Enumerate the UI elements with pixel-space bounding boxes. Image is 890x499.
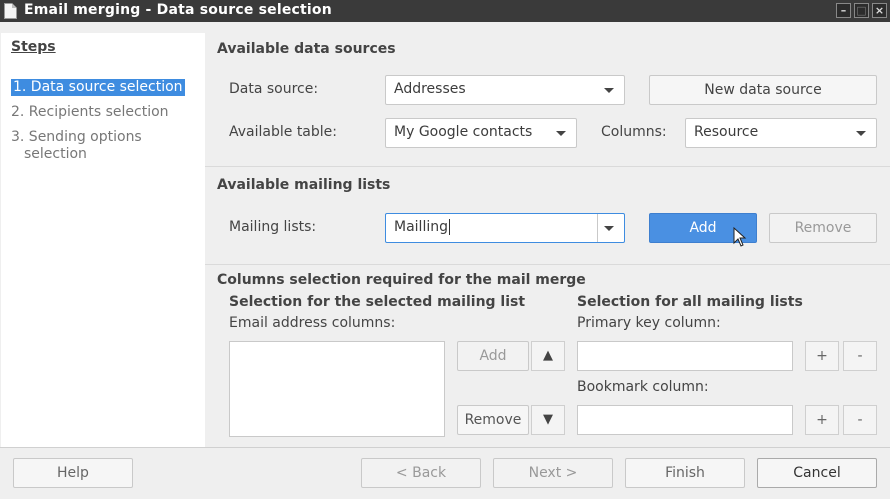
bookmark-field[interactable]	[577, 405, 793, 435]
back-button[interactable]: < Back	[361, 458, 481, 488]
divider	[205, 166, 890, 167]
remove-mailing-list-button[interactable]: Remove	[769, 213, 877, 243]
chevron-down-icon	[856, 131, 866, 136]
mailing-lists-title: Available mailing lists	[217, 177, 391, 193]
all-lists-subtitle: Selection for all mailing lists	[577, 294, 803, 310]
mailing-lists-label: Mailing lists:	[229, 219, 317, 235]
cancel-button[interactable]: Cancel	[757, 458, 877, 488]
step-recipients-selection[interactable]: 2. Recipients selection	[11, 104, 169, 121]
finish-button[interactable]: Finish	[625, 458, 745, 488]
primary-key-label: Primary key column:	[577, 315, 721, 331]
step-sending-options-cont[interactable]: selection	[24, 146, 87, 163]
data-source-label: Data source:	[229, 81, 319, 97]
data-source-value: Addresses	[394, 81, 466, 97]
bookmark-remove-button[interactable]: -	[843, 405, 877, 435]
mouse-cursor-icon	[733, 227, 747, 247]
steps-panel: Steps 1. Data source selection 2. Recipi…	[1, 33, 205, 447]
mailing-lists-combobox[interactable]: Mailling	[385, 213, 625, 243]
chevron-down-icon[interactable]	[604, 226, 614, 231]
title-bar: Email merging - Data source selection – …	[0, 0, 890, 22]
primary-key-add-button[interactable]: +	[805, 341, 839, 371]
bookmark-add-button[interactable]: +	[805, 405, 839, 435]
email-column-add-button[interactable]: Add	[457, 341, 529, 371]
maximize-button[interactable]: □	[854, 3, 869, 18]
combo-divider	[597, 214, 598, 242]
chevron-down-icon	[556, 131, 566, 136]
data-sources-title: Available data sources	[217, 41, 396, 57]
window-title: Email merging - Data source selection	[24, 2, 332, 18]
data-source-dropdown[interactable]: Addresses	[385, 75, 625, 105]
step-data-source-selection[interactable]: 1. Data source selection	[11, 79, 185, 96]
divider	[205, 264, 890, 265]
new-data-source-button[interactable]: New data source	[649, 75, 877, 105]
columns-label: Columns:	[601, 124, 667, 140]
available-table-dropdown[interactable]: My Google contacts	[385, 118, 577, 148]
primary-key-remove-button[interactable]: -	[843, 341, 877, 371]
document-icon	[4, 3, 17, 19]
close-button[interactable]: ×	[872, 3, 887, 18]
move-down-button[interactable]: ▼	[531, 405, 565, 435]
next-button[interactable]: Next >	[493, 458, 613, 488]
bookmark-label: Bookmark column:	[577, 379, 709, 395]
email-columns-list[interactable]	[229, 341, 445, 437]
steps-title: Steps	[11, 39, 56, 55]
minimize-button[interactable]: –	[836, 3, 851, 18]
email-column-remove-button[interactable]: Remove	[457, 405, 529, 435]
move-up-button[interactable]: ▲	[531, 341, 565, 371]
footer-divider	[0, 447, 890, 448]
columns-dropdown[interactable]: Resource	[685, 118, 877, 148]
selected-list-subtitle: Selection for the selected mailing list	[229, 294, 526, 310]
help-button[interactable]: Help	[13, 458, 133, 488]
chevron-down-icon	[604, 88, 614, 93]
primary-key-field[interactable]	[577, 341, 793, 371]
email-columns-label: Email address columns:	[229, 315, 396, 331]
columns-selection-title: Columns selection required for the mail …	[217, 272, 586, 288]
columns-value: Resource	[694, 124, 759, 140]
available-table-label: Available table:	[229, 124, 337, 140]
mailing-lists-input[interactable]: Mailling	[394, 219, 450, 235]
available-table-value: My Google contacts	[394, 124, 533, 140]
step-sending-options[interactable]: 3. Sending options	[11, 129, 142, 146]
